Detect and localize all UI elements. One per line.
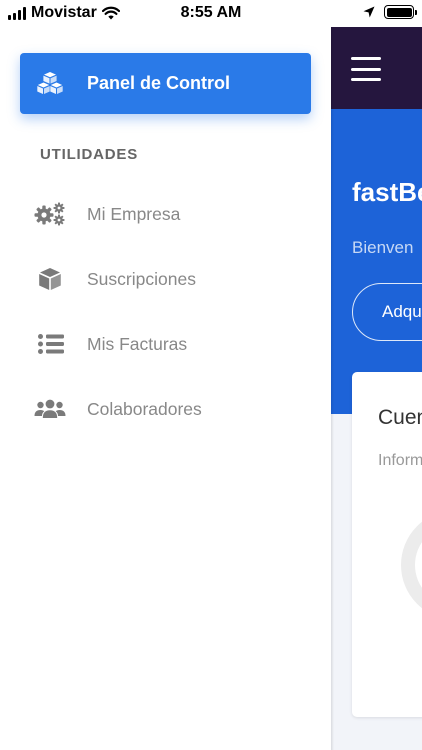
status-time: 8:55 AM: [180, 4, 242, 21]
box-icon: [39, 268, 61, 290]
status-bar: Movistar 8:55 AM: [0, 0, 422, 27]
account-card: Cuen Inform: [352, 372, 422, 717]
hero-button-label: Adqu: [382, 302, 422, 321]
battery-icon: [384, 5, 417, 19]
hero-section: fastBe Bienven Adqu: [331, 109, 422, 414]
sidebar-item-suscripciones[interactable]: Suscripciones: [20, 254, 311, 304]
sidebar-item-mi-empresa[interactable]: Mi Empresa: [20, 189, 311, 239]
sidebar-item-label: Colaboradores: [87, 399, 202, 419]
users-icon: [34, 399, 66, 418]
sidebar-item-label: Mi Empresa: [87, 204, 181, 224]
sidebar-item-label: Panel de Control: [87, 73, 231, 93]
donut-chart: [401, 510, 422, 620]
sidebar-item-panel-de-control[interactable]: Panel de Control: [20, 53, 311, 114]
sidebar-item-label: Suscripciones: [87, 269, 196, 289]
hero-subtitle: Bienven: [352, 238, 414, 257]
hero-title: fastBe: [352, 177, 422, 207]
top-navbar: [331, 27, 422, 109]
location-arrow-icon: [363, 6, 375, 18]
list-icon: [38, 334, 64, 354]
sidebar: Panel de Control UTILIDADES Mi Empresa S…: [0, 27, 331, 750]
sidebar-item-label: Mis Facturas: [87, 334, 188, 354]
hamburger-menu-icon[interactable]: [351, 57, 381, 81]
sidebar-item-colaboradores[interactable]: Colaboradores: [20, 384, 311, 434]
gears-icon: [34, 202, 65, 226]
main-content: fastBe Bienven Adqu Cuen Inform: [331, 27, 422, 750]
section-title-utilidades: UTILIDADES: [40, 146, 138, 163]
status-right: [363, 5, 417, 19]
hero-button[interactable]: Adqu: [352, 283, 422, 341]
sidebar-item-mis-facturas[interactable]: Mis Facturas: [20, 319, 311, 369]
card-subtitle: Inform: [378, 452, 422, 469]
card-title: Cuen: [378, 406, 422, 429]
cubes-icon: [37, 72, 63, 94]
sidebar-shadow: [331, 27, 334, 750]
